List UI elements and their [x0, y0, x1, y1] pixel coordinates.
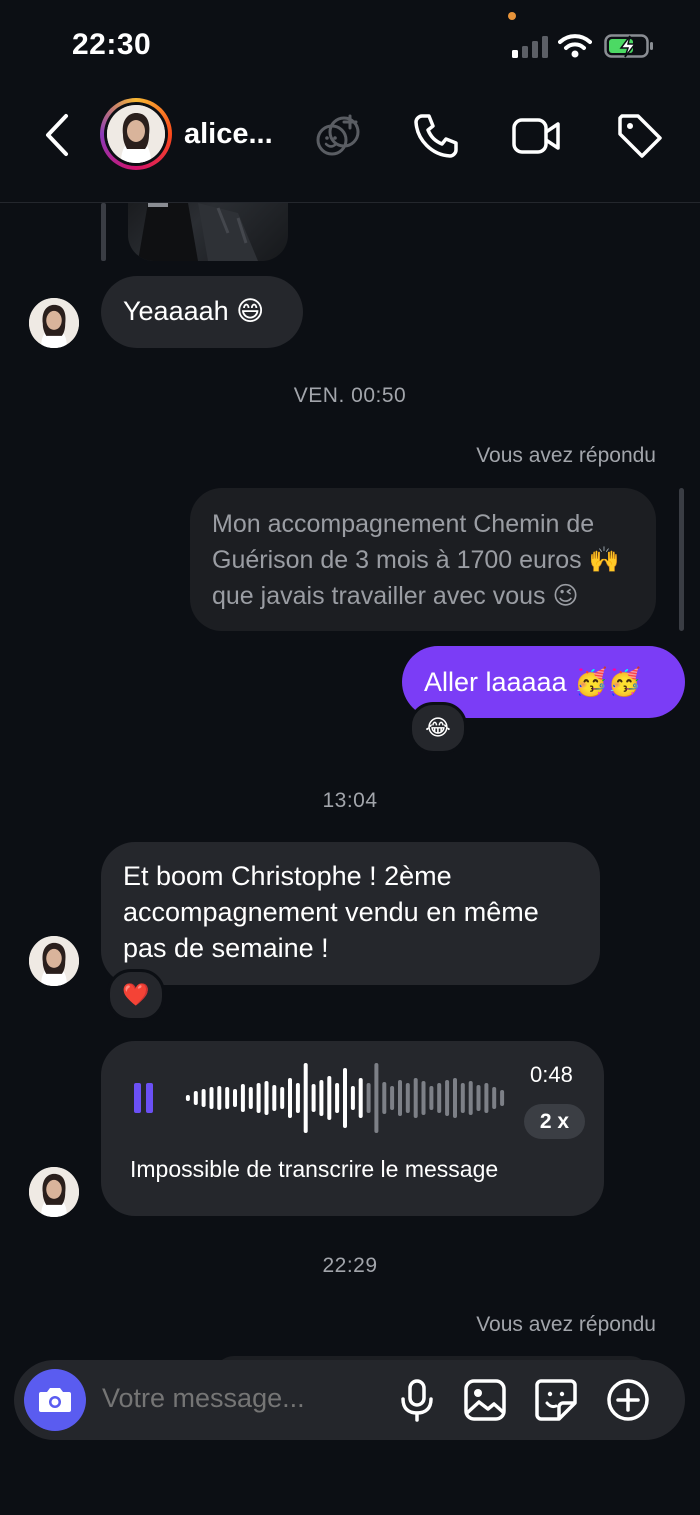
waveform-bar	[343, 1068, 347, 1128]
waveform-bar	[484, 1083, 489, 1113]
dm-thread-screen: 22:30 alice... Yeaaaah 😄 VEN. 00:50 Vous…	[0, 0, 700, 1515]
cell-signal-icon	[512, 36, 548, 58]
voice-duration: 0:48	[530, 1062, 573, 1087]
phone-call-icon[interactable]	[410, 110, 462, 162]
sender-avatar[interactable]	[29, 298, 79, 348]
message-reaction[interactable]: 😂	[409, 702, 467, 754]
pause-icon[interactable]	[134, 1083, 154, 1113]
waveform-bar	[374, 1063, 379, 1133]
tag-icon[interactable]	[614, 110, 666, 162]
add-icon[interactable]	[605, 1377, 651, 1423]
timestamp: VEN. 00:50	[293, 384, 407, 407]
waveform-bar	[453, 1078, 457, 1118]
waveform-bar	[445, 1080, 450, 1116]
camera-button[interactable]	[24, 1369, 86, 1431]
waveform-bar	[390, 1086, 395, 1110]
wifi-icon	[558, 34, 592, 58]
waveform-bar	[319, 1080, 324, 1116]
waveform-bar	[413, 1078, 418, 1118]
status-time: 22:30	[72, 28, 152, 61]
incoming-message[interactable]: Et boom Christophe ! 2ème accompagnement…	[101, 842, 600, 985]
waveform-bar	[264, 1081, 269, 1115]
waveform-bar	[335, 1083, 340, 1113]
waveform-bar	[405, 1083, 410, 1113]
voice-waveform[interactable]	[184, 1060, 506, 1136]
waveform-bar	[225, 1087, 230, 1109]
playback-speed-button[interactable]: 2 x	[524, 1104, 585, 1139]
waveform-bar	[366, 1083, 371, 1113]
waveform-bar	[280, 1087, 285, 1109]
waveform-bar	[185, 1095, 190, 1101]
waveform-bar	[398, 1080, 402, 1116]
reply-line	[679, 488, 684, 631]
waveform-bar	[295, 1083, 300, 1113]
waveform-bar	[303, 1063, 308, 1133]
photo-message-thumbnail[interactable]	[128, 203, 288, 261]
waveform-bar	[437, 1083, 442, 1113]
waveform-bar	[358, 1078, 363, 1118]
replied-label: Vous avez répondu	[476, 1313, 656, 1336]
waveform-bar	[256, 1083, 261, 1113]
waveform-bar	[350, 1086, 355, 1110]
gallery-icon[interactable]	[462, 1377, 508, 1423]
waveform-bar	[193, 1091, 198, 1105]
waveform-bar	[492, 1087, 497, 1109]
waveform-bar	[311, 1084, 316, 1112]
sender-avatar[interactable]	[29, 936, 79, 986]
waveform-bar	[209, 1087, 214, 1109]
camera-icon	[39, 1388, 71, 1412]
battery-charging-icon	[604, 34, 653, 58]
waveform-bar	[327, 1076, 332, 1120]
sticker-icon[interactable]	[533, 1377, 579, 1423]
quoted-reply-message[interactable]: Mon accompagnement Chemin de Guérison de…	[190, 488, 656, 631]
waveform-bar	[468, 1081, 473, 1115]
transcript-status: Impossible de transcrire le message	[130, 1156, 499, 1182]
waveform-bar	[288, 1078, 292, 1118]
message-input[interactable]	[102, 1383, 382, 1414]
timestamp: 13:04	[322, 789, 378, 812]
waveform-bar	[382, 1082, 387, 1114]
message-reaction[interactable]: ❤️	[107, 969, 165, 1021]
waveform-bar	[248, 1087, 253, 1109]
sender-avatar[interactable]	[29, 1167, 79, 1217]
reply-line	[101, 203, 106, 261]
video-call-icon[interactable]	[510, 110, 562, 162]
waveform-bar	[240, 1084, 245, 1112]
back-arrow-icon[interactable]	[40, 112, 74, 158]
waveform-bar	[201, 1089, 206, 1107]
waveform-bar	[429, 1086, 434, 1110]
add-sticker-icon[interactable]	[312, 110, 364, 162]
waveform-bar	[500, 1090, 505, 1106]
timestamp: 22:29	[322, 1254, 378, 1277]
waveform-bar	[217, 1086, 222, 1110]
contact-avatar[interactable]	[100, 98, 172, 170]
waveform-bar	[476, 1085, 481, 1111]
replied-label: Vous avez répondu	[476, 444, 656, 467]
incoming-message[interactable]: Yeaaaah 😄	[101, 276, 303, 348]
mic-indicator-dot	[508, 12, 516, 20]
contact-name[interactable]: alice...	[184, 118, 273, 151]
waveform-bar	[421, 1081, 426, 1115]
waveform-bar	[460, 1083, 465, 1113]
waveform-bar	[233, 1089, 237, 1107]
microphone-icon[interactable]	[394, 1377, 440, 1423]
waveform-bar	[272, 1085, 277, 1111]
